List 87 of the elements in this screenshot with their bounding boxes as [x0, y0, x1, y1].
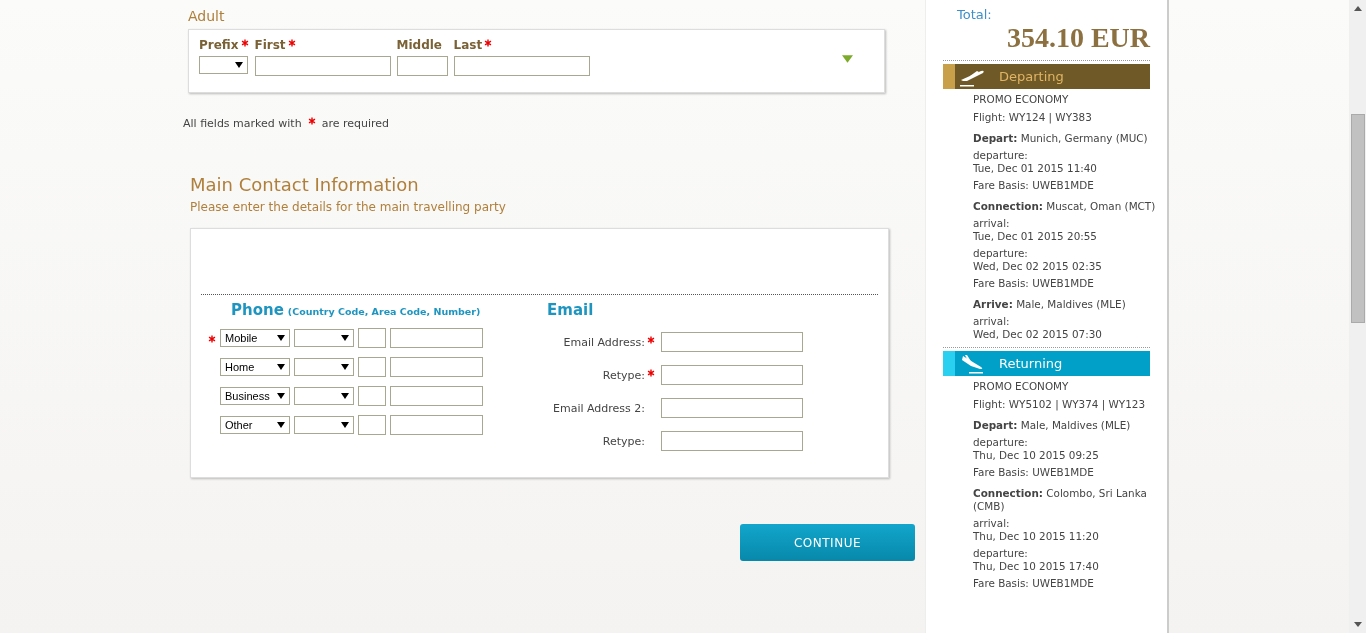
phone-number-input[interactable] — [390, 386, 483, 406]
email-input[interactable] — [661, 365, 803, 385]
section-title: Adult — [188, 8, 226, 26]
email-input[interactable] — [661, 398, 803, 418]
prefix-dropdown[interactable] — [199, 56, 248, 74]
date-time: Wed, Dec 02 2015 02:35 — [973, 260, 1103, 273]
total-label: Total: — [957, 7, 993, 22]
caret-icon — [341, 335, 349, 341]
email-input[interactable] — [661, 431, 803, 451]
caret-icon — [341, 422, 349, 428]
time-label: departure: — [973, 547, 1029, 560]
fare-basis: Fare Basis: UWEB1MDE — [973, 577, 1095, 590]
date-time: Tue, Dec 01 2015 20:55 — [973, 230, 1098, 243]
leg-header: Departing — [943, 64, 1150, 89]
field-label: Email Address: — [562, 335, 645, 349]
scroll-down-icon[interactable] — [1353, 622, 1362, 627]
phone-number-input[interactable] — [390, 415, 483, 435]
country-code-dropdown[interactable] — [294, 358, 354, 376]
phone-heading: Phone — [231, 301, 284, 319]
country-code-dropdown[interactable] — [294, 416, 354, 434]
phone-type-dropdown[interactable]: Other — [220, 416, 290, 434]
phone-type-dropdown[interactable]: Business — [220, 387, 290, 405]
phone-hint: (Country Code, Area Code, Number) — [287, 306, 481, 317]
stop-location: Arrive: Male, Maldives (MLE) — [973, 298, 1127, 311]
caret-icon — [235, 62, 243, 68]
date-time: Thu, Dec 10 2015 11:20 — [973, 530, 1100, 543]
caret-icon — [341, 364, 349, 370]
fare-basis: Fare Basis: UWEB1MDE — [973, 466, 1095, 479]
fare-basis: Fare Basis: UWEB1MDE — [973, 179, 1095, 192]
email-heading: Email — [547, 301, 594, 319]
area-code-input[interactable] — [358, 357, 386, 377]
stop-location: Connection: Colombo, Sri Lanka (CMB) — [973, 487, 1148, 513]
area-code-input[interactable] — [358, 386, 386, 406]
date-time: Tue, Dec 01 2015 11:40 — [973, 162, 1098, 175]
stop-location: Depart: Munich, Germany (MUC) — [973, 132, 1149, 145]
date-time: Thu, Dec 10 2015 17:40 — [973, 560, 1100, 573]
field-label: Retype: — [601, 368, 645, 382]
scrollbar-thumb[interactable] — [1351, 114, 1365, 323]
flight-numbers: Flight: WY124 | WY383 — [973, 111, 1093, 124]
name-input[interactable] — [254, 56, 391, 76]
caret-icon — [277, 422, 285, 428]
area-code-input[interactable] — [358, 328, 386, 348]
stop-location: Depart: Male, Maldives (MLE) — [973, 419, 1132, 432]
section-title: Main Contact Information — [190, 174, 420, 195]
caret-icon — [277, 364, 285, 370]
country-code-dropdown[interactable] — [294, 387, 354, 405]
name-input[interactable] — [453, 56, 590, 76]
email-input[interactable] — [661, 332, 803, 352]
caret-icon — [277, 393, 285, 399]
date-time: Thu, Dec 10 2015 09:25 — [973, 449, 1100, 462]
section-subtitle: Please enter the details for the main travelling party — [190, 200, 507, 214]
total-price: 354.10 EUR — [1006, 22, 1150, 54]
field-label: Last — [453, 38, 483, 52]
date-time: Wed, Dec 02 2015 07:30 — [973, 328, 1103, 341]
time-label: departure: — [973, 149, 1029, 162]
caret-icon — [341, 393, 349, 399]
expand-triangle-icon[interactable] — [842, 55, 853, 63]
note-text: are required — [321, 117, 389, 130]
cabin-class: PROMO ECONOMY — [973, 93, 1070, 106]
area-code-input[interactable] — [358, 415, 386, 435]
field-label: Email Address 2: — [551, 401, 645, 415]
note-text: All fields marked with — [183, 117, 302, 130]
field-label: Middle — [396, 38, 442, 52]
phone-number-input[interactable] — [390, 328, 483, 348]
fare-basis: Fare Basis: UWEB1MDE — [973, 277, 1095, 290]
country-code-dropdown[interactable] — [294, 329, 354, 347]
flight-numbers: Flight: WY5102 | WY374 | WY123 — [973, 398, 1146, 411]
time-label: arrival: — [973, 517, 1011, 530]
required-icon — [307, 117, 316, 125]
time-label: departure: — [973, 247, 1029, 260]
landing-plane-icon — [959, 353, 985, 374]
cabin-class: PROMO ECONOMY — [973, 380, 1070, 393]
phone-type-dropdown[interactable]: Home — [220, 358, 290, 376]
field-label: Prefix — [199, 38, 239, 52]
stop-location: Connection: Muscat, Oman (MCT) — [973, 200, 1157, 213]
scroll-up-icon[interactable] — [1353, 6, 1362, 11]
name-input[interactable] — [396, 56, 448, 76]
phone-type-dropdown[interactable]: Mobile — [220, 329, 290, 347]
phone-number-input[interactable] — [390, 357, 483, 377]
scrollbar[interactable] — [1349, 0, 1366, 633]
time-label: departure: — [973, 436, 1029, 449]
field-label: First — [254, 38, 286, 52]
field-label: Retype: — [601, 434, 645, 448]
caret-icon — [277, 335, 285, 341]
leg-header: Returning — [943, 351, 1150, 376]
time-label: arrival: — [973, 217, 1011, 230]
time-label: arrival: — [973, 315, 1011, 328]
